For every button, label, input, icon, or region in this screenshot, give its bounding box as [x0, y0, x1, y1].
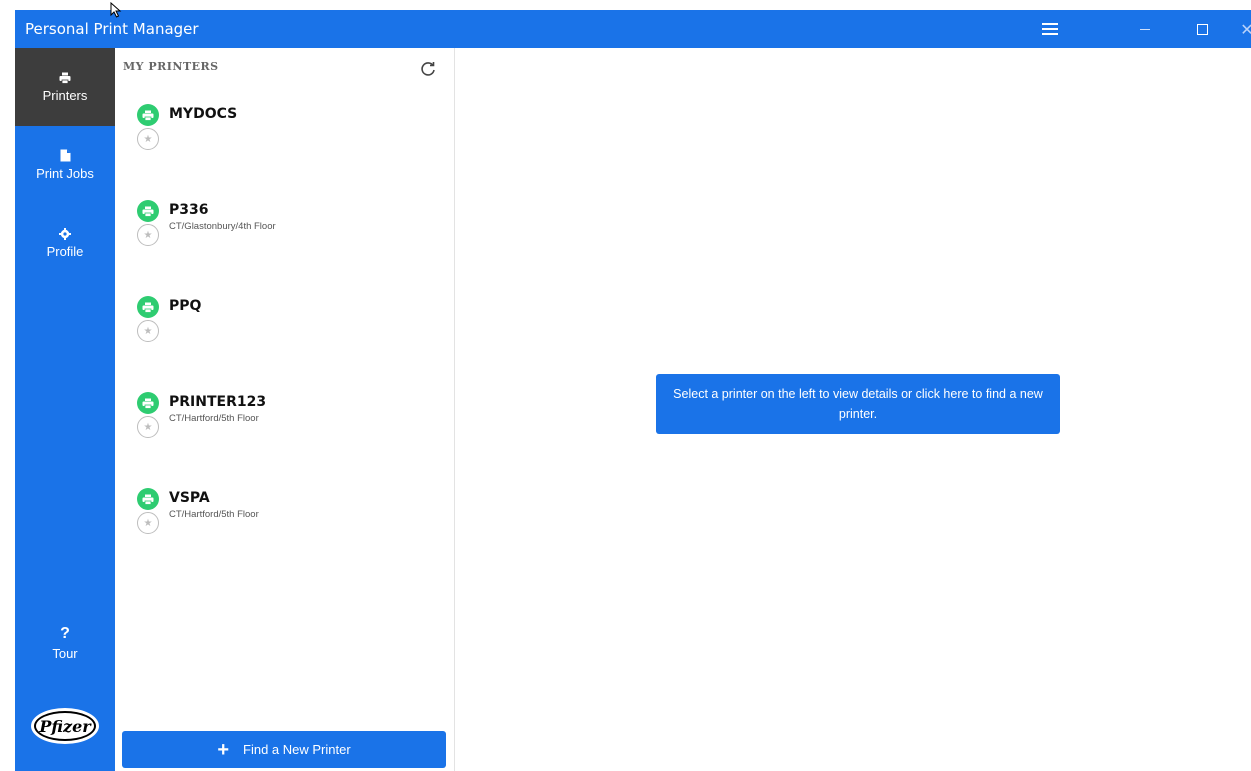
nav-label-print-jobs: Print Jobs [36, 166, 94, 181]
printer-item-printer123[interactable]: ★ PRINTER123 CT/Hartford/5th Floor [135, 392, 435, 472]
find-new-printer-label: Find a New Printer [243, 742, 351, 757]
find-new-printer-button[interactable]: + Find a New Printer [122, 731, 446, 768]
printer-name: VSPA [169, 490, 210, 506]
star-favorite-icon[interactable]: ★ [137, 416, 159, 438]
printer-status-icon [137, 392, 159, 414]
printer-item-mydocs[interactable]: ★ MYDOCS [135, 104, 435, 184]
main-content: Select a printer on the left to view det… [456, 48, 1251, 771]
printer-name: PPQ [169, 298, 202, 314]
printer-status-icon [137, 296, 159, 318]
select-printer-message-button[interactable]: Select a printer on the left to view det… [656, 374, 1060, 434]
printer-location: CT/Glastonbury/4th Floor [169, 221, 276, 232]
close-icon: ✕ [1240, 19, 1251, 39]
minimize-icon [1140, 28, 1150, 30]
nav-label-tour: Tour [52, 645, 78, 661]
nav-label-profile: Profile [46, 243, 84, 259]
panel-heading: MY PRINTERS [123, 60, 219, 73]
nav-item-print-jobs[interactable]: Print Jobs [15, 126, 115, 204]
nav-item-printers[interactable]: Printers [15, 48, 115, 126]
printer-icon [59, 72, 71, 84]
maximize-button[interactable] [1182, 10, 1222, 48]
star-favorite-icon[interactable]: ★ [137, 512, 159, 534]
printer-status-icon [137, 104, 159, 126]
printer-location: CT/Hartford/5th Floor [169, 509, 259, 520]
printer-name: PRINTER123 [169, 394, 267, 410]
star-favorite-icon[interactable]: ★ [137, 224, 159, 246]
printer-item-p336[interactable]: ★ P336 CT/Glastonbury/4th Floor [135, 200, 435, 280]
question-icon: ? [60, 624, 70, 642]
star-favorite-icon[interactable]: ★ [137, 320, 159, 342]
printer-name: MYDOCS [169, 106, 238, 122]
minimize-button[interactable] [1125, 10, 1165, 48]
logo-text: Pfizer [34, 711, 96, 741]
document-icon [60, 149, 70, 162]
close-button[interactable]: ✕ [1227, 10, 1251, 48]
printer-name: P336 [169, 202, 209, 218]
nav-label-printers: Printers [42, 87, 88, 103]
printer-item-vspa[interactable]: ★ VSPA CT/Hartford/5th Floor [135, 488, 435, 568]
select-printer-message: Select a printer on the left to view det… [673, 387, 1043, 421]
printer-location: CT/Hartford/5th Floor [169, 413, 259, 424]
hamburger-menu-button[interactable] [1030, 10, 1070, 48]
refresh-button[interactable] [415, 56, 441, 82]
left-navigation: Printers Print Jobs Profile ? Tour Pfize… [15, 48, 115, 771]
app-window: Personal Print Manager ✕ Printers Print … [0, 0, 1251, 771]
refresh-icon [421, 62, 435, 76]
title-bar: Personal Print Manager ✕ [15, 10, 1251, 48]
plus-icon: + [217, 738, 230, 761]
nav-item-tour[interactable]: ? Tour [15, 608, 115, 678]
gear-icon [59, 227, 71, 240]
hamburger-icon [1042, 23, 1058, 35]
mouse-cursor-icon [110, 2, 122, 18]
nav-item-profile[interactable]: Profile [15, 204, 115, 282]
printer-status-icon [137, 488, 159, 510]
window-title: Personal Print Manager [25, 20, 199, 38]
printers-panel: MY PRINTERS ★ MYDOCS ★ P336 CT/Glastonbu… [115, 48, 455, 771]
maximize-icon [1196, 23, 1208, 35]
pfizer-logo: Pfizer [31, 708, 99, 744]
printer-status-icon [137, 200, 159, 222]
star-favorite-icon[interactable]: ★ [137, 128, 159, 150]
printer-item-ppq[interactable]: ★ PPQ [135, 296, 435, 376]
